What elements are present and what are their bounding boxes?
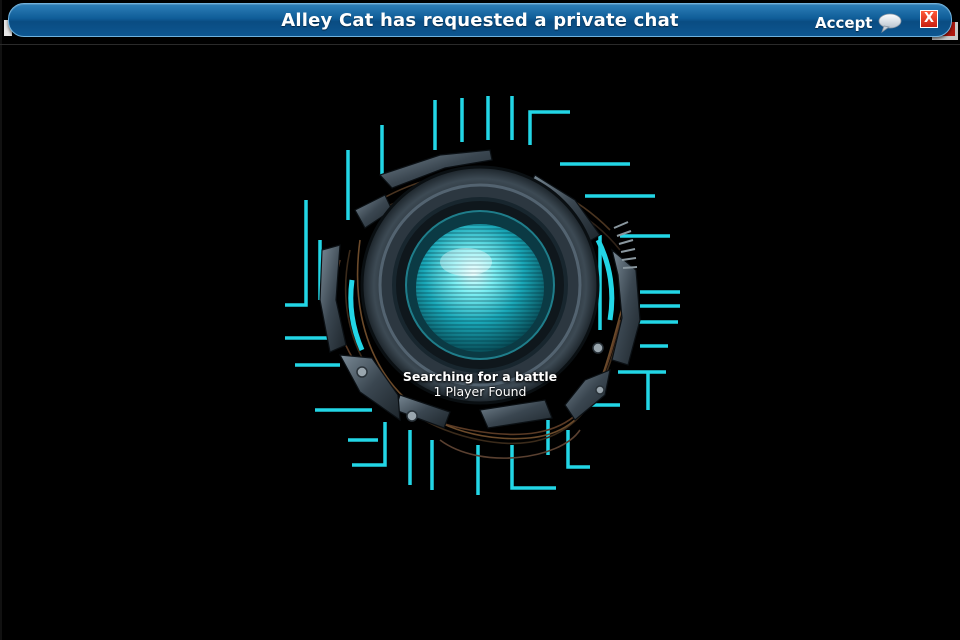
glow-arc-left xyxy=(348,279,365,352)
players-found: 1 Player Found xyxy=(433,384,527,399)
matchmaking-radar xyxy=(285,96,680,495)
chat-request-banner: Alley Cat has requested a private chat A… xyxy=(8,3,952,37)
chat-bubble-icon xyxy=(877,13,903,34)
frame-divider xyxy=(0,44,960,45)
frame-edge xyxy=(0,0,2,640)
chat-request-message: Alley Cat has requested a private chat xyxy=(281,10,679,31)
accept-label: Accept xyxy=(815,14,873,32)
game-screen: Alley Cat has requested a private chat A… xyxy=(0,0,960,640)
close-banner-button[interactable]: X xyxy=(920,10,938,28)
accept-chat-button[interactable]: Accept xyxy=(815,12,903,34)
search-status: Searching for a battle xyxy=(402,369,558,384)
